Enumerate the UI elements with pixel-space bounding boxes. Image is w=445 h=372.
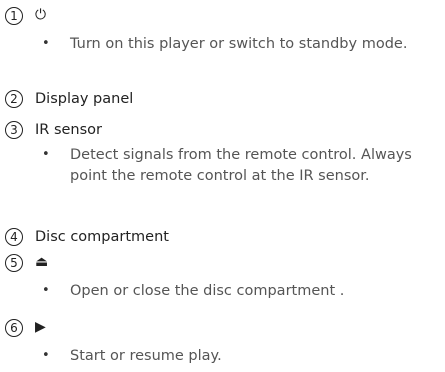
item-number: 2 (5, 90, 23, 108)
item-description: Turn on this player or switch to standby… (70, 36, 408, 52)
item-title: Disc compartment (35, 229, 169, 245)
item-description: Open or close the disc compartment . (70, 283, 345, 299)
bullet: • (42, 348, 50, 363)
eject-icon: ⏏ (35, 254, 49, 270)
item-title: IR sensor (35, 122, 103, 138)
control-list: 1 ⏻ • Turn on this player or switch to s… (0, 0, 445, 372)
bullet: • (42, 36, 50, 51)
item-title: Display panel (35, 91, 134, 107)
list-item-ir-sensor: 3 IR sensor • Detect signals from the re… (0, 121, 445, 211)
bullet: • (42, 147, 50, 162)
item-description: Start or resume play. (70, 348, 222, 364)
play-icon: ▶ (35, 319, 46, 335)
power-icon: ⏻ (35, 7, 47, 23)
list-item-disc-compartment: 4 Disc compartment (0, 228, 445, 248)
item-description: Detect signals from the remote control. … (70, 147, 412, 184)
list-item-display-panel: 2 Display panel (0, 90, 445, 110)
list-item-eject: 5 ⏏ • Open or close the disc compartment… (0, 254, 445, 306)
list-item-power: 1 ⏻ • Turn on this player or switch to s… (0, 7, 445, 75)
item-number: 3 (5, 121, 23, 139)
item-number: 6 (5, 319, 23, 337)
item-number: 5 (5, 254, 23, 272)
item-number: 1 (5, 7, 23, 25)
item-number: 4 (5, 228, 23, 246)
list-item-play: 6 ▶ • Start or resume play. (0, 319, 445, 371)
bullet: • (42, 283, 50, 298)
